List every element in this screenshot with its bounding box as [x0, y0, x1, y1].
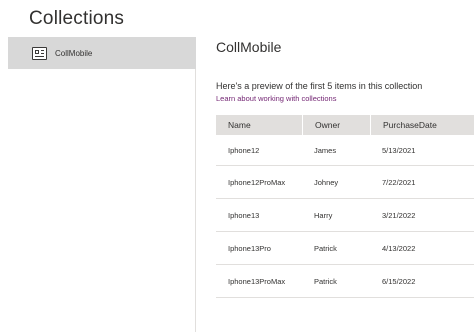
cell-owner: Harry	[314, 210, 333, 220]
sidebar-item-label: CollMobile	[55, 48, 93, 58]
cell-purchasedate: 7/22/2021	[382, 177, 416, 187]
page-title: Collections	[29, 8, 125, 29]
table-row: Iphone12 James 5/13/2021	[216, 135, 474, 166]
cell-name: Iphone12	[228, 145, 260, 155]
cell-name: Iphone13	[228, 210, 260, 220]
cell-owner: James	[314, 145, 337, 155]
table-body: Iphone12 James 5/13/2021 Iphone12ProMax …	[216, 135, 474, 298]
sidebar-item-collmobile[interactable]: CollMobile	[8, 37, 196, 69]
collection-table: Name Owner PurchaseDate Iphone12 James 5…	[216, 115, 474, 298]
table-header: Name Owner PurchaseDate	[216, 115, 474, 135]
cell-purchasedate: 6/15/2022	[382, 276, 416, 286]
collections-sidebar: CollMobile	[0, 37, 196, 332]
learn-more-link[interactable]: Learn about working with collections	[216, 94, 336, 103]
cell-purchasedate: 4/13/2022	[382, 243, 416, 253]
table-row: Iphone13ProMax Patrick 6/15/2022	[216, 265, 474, 298]
table-row: Iphone13 Harry 3/21/2022	[216, 199, 474, 232]
cell-name: Iphone13Pro	[228, 243, 271, 253]
column-header-owner: Owner	[302, 115, 370, 135]
table-row: Iphone12ProMax Johney 7/22/2021	[216, 166, 474, 199]
table-row: Iphone13Pro Patrick 4/13/2022	[216, 232, 474, 265]
cell-owner: Patrick	[314, 243, 337, 253]
column-header-name: Name	[228, 120, 251, 130]
cell-purchasedate: 3/21/2022	[382, 210, 416, 220]
table-icon	[32, 46, 47, 60]
collection-title: CollMobile	[216, 39, 282, 55]
preview-description: Here's a preview of the first 5 items in…	[216, 81, 423, 91]
cell-name: Iphone12ProMax	[228, 177, 286, 187]
cell-name: Iphone13ProMax	[228, 276, 286, 286]
column-header-purchasedate: PurchaseDate	[370, 115, 474, 135]
cell-purchasedate: 5/13/2021	[382, 145, 416, 155]
cell-owner: Patrick	[314, 276, 337, 286]
cell-owner: Johney	[314, 177, 339, 187]
